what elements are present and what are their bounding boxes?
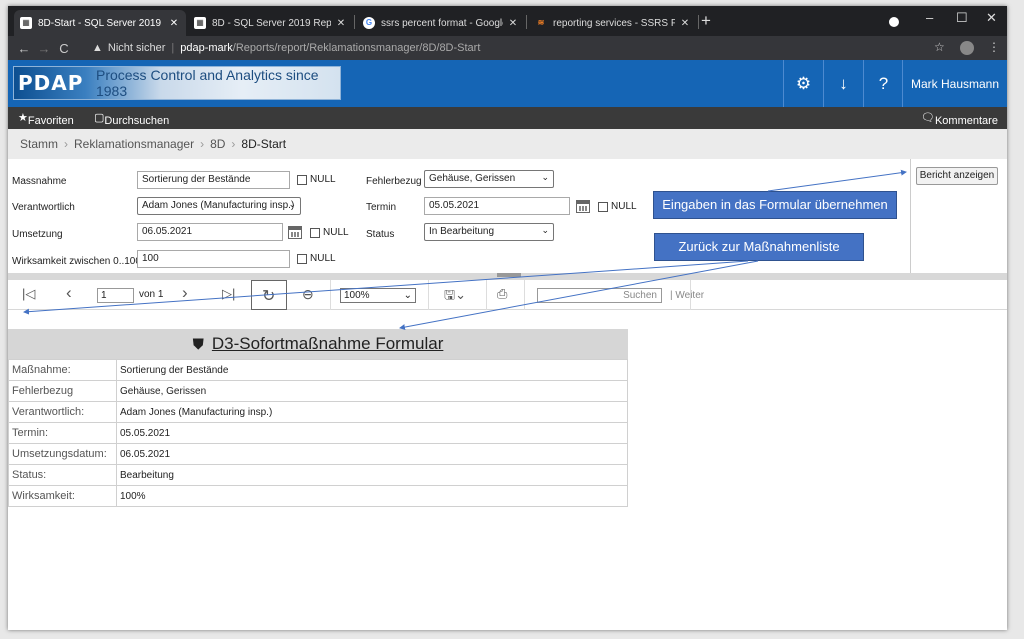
- chevron-down-icon: ⌄: [288, 199, 296, 209]
- download-icon[interactable]: ↓: [823, 60, 863, 107]
- maximize-icon[interactable]: ☐: [956, 10, 968, 26]
- verantwortlich-select[interactable]: Adam Jones (Manufacturing insp.) ⌄: [137, 197, 301, 215]
- favorites-bar: ★ Favoriten ▢ Durchsuchen 🗨 Kommentare: [8, 107, 1007, 129]
- table-row: Wirksamkeit: 100%: [8, 485, 628, 507]
- tab-strip: ▦8D-Start - SQL Server 2019 Repo✕ ▦8D - …: [8, 6, 1007, 36]
- previous-page-icon[interactable]: ‹: [66, 283, 72, 303]
- status-label: Status: [366, 229, 395, 240]
- chevron-down-icon: ⌄: [541, 172, 549, 182]
- callout-back: Zurück zur Maßnahmenliste: [654, 233, 864, 261]
- print-icon[interactable]: ⎙: [497, 286, 507, 302]
- refresh-button[interactable]: ↻: [251, 280, 287, 310]
- verantwortlich-label: Verantwortlich: [12, 202, 75, 213]
- window-close-icon[interactable]: ✕: [986, 10, 997, 26]
- avatar[interactable]: [960, 41, 974, 55]
- first-page-icon[interactable]: |◁: [22, 286, 35, 302]
- status-select[interactable]: In Bearbeitung ⌄: [424, 223, 554, 241]
- new-tab-button[interactable]: +: [701, 11, 711, 31]
- google-icon: G: [363, 17, 375, 29]
- table-row: Status: Bearbeitung: [8, 464, 628, 486]
- save-icon[interactable]: 🖫⌄: [444, 286, 466, 308]
- table-row: Fehlerbezug Gehäuse, Gerissen: [8, 380, 628, 402]
- browser-tab-2[interactable]: ▦8D - SQL Server 2019 Reporting✕: [188, 10, 353, 36]
- stackoverflow-icon: ≋: [537, 18, 545, 27]
- comments-link[interactable]: 🗨 Kommentare: [921, 111, 998, 127]
- wirksamkeit-null-checkbox[interactable]: NULL: [297, 253, 336, 264]
- chevron-down-icon: ⌄: [403, 290, 412, 301]
- wirksamkeit-label: Wirksamkeit zwischen 0..100: [12, 256, 141, 267]
- app-banner: PDAP Process Control and Analytics since…: [8, 60, 1007, 107]
- termin-input[interactable]: 05.05.2021: [424, 197, 570, 215]
- zoom-select[interactable]: 100% ⌄: [340, 288, 416, 303]
- table-row: Maßnahme: Sortierung der Bestände: [8, 359, 628, 381]
- report-title: D3-Sofortmaßnahme Formular: [211, 334, 444, 353]
- find-next-link[interactable]: | Weiter: [670, 290, 704, 301]
- star-icon[interactable]: ☆: [934, 40, 945, 54]
- splitter[interactable]: [8, 273, 1007, 280]
- report-icon: ▦: [20, 17, 32, 29]
- report-icon: ▦: [194, 17, 206, 29]
- umsetzung-null-checkbox[interactable]: NULL: [310, 227, 349, 238]
- menu-dots-icon[interactable]: ⋮: [988, 40, 1000, 54]
- breadcrumb-item[interactable]: Reklamationsmanager: [74, 137, 194, 151]
- forward-arrow-icon[interactable]: →: [34, 41, 54, 56]
- report-table: Maßnahme: Sortierung der Bestände Fehlerb…: [8, 359, 628, 507]
- favorites-link[interactable]: ★ Favoriten: [18, 111, 74, 127]
- back-to-parent-icon[interactable]: ⊖: [302, 286, 314, 303]
- browser-tab-4[interactable]: ≋reporting services - SSRS Format✕: [529, 10, 697, 36]
- find-input[interactable]: Suchen: [537, 288, 662, 303]
- help-icon[interactable]: ?: [863, 60, 903, 107]
- fehlerbezug-label: Fehlerbezug: [366, 176, 422, 187]
- wirksamkeit-input[interactable]: 100: [137, 250, 290, 268]
- back-arrow-icon[interactable]: ←: [14, 41, 34, 56]
- calendar-icon[interactable]: [576, 200, 590, 213]
- browser-window: ▦8D-Start - SQL Server 2019 Repo✕ ▦8D - …: [8, 6, 1007, 630]
- minimize-icon[interactable]: –: [926, 10, 933, 25]
- massnahme-label: Massnahme: [12, 176, 67, 187]
- logo: PDAP Process Control and Analytics since…: [13, 66, 341, 100]
- close-icon[interactable]: ✕: [679, 18, 691, 29]
- table-row: Termin: 05.05.2021: [8, 422, 628, 444]
- page-input[interactable]: 1: [97, 288, 134, 303]
- browser-tab-1[interactable]: ▦8D-Start - SQL Server 2019 Repo✕: [14, 10, 186, 36]
- close-icon[interactable]: ✕: [335, 18, 347, 29]
- callout-apply: Eingaben in das Formular übernehmen: [653, 191, 897, 219]
- browser-tab-3[interactable]: Gssrs percent format - Google Su✕: [357, 10, 525, 36]
- chevron-down-icon: ⌄: [541, 225, 549, 235]
- refresh-icon: ↻: [262, 288, 276, 305]
- parameter-panel: Massnahme Sortierung der Bestände NULL V…: [8, 159, 910, 273]
- report-canvas: ⛊ D3-Sofortmaßnahme Formular Maßnahme: So…: [8, 311, 1007, 630]
- last-page-icon[interactable]: ▷|: [222, 286, 235, 302]
- umsetzung-label: Umsetzung: [12, 229, 63, 240]
- close-icon[interactable]: ✕: [507, 18, 519, 29]
- breadcrumb-current: 8D-Start: [241, 137, 287, 151]
- calendar-icon[interactable]: [288, 226, 302, 239]
- massnahme-null-checkbox[interactable]: NULL: [297, 174, 336, 185]
- report-header: ⛊ D3-Sofortmaßnahme Formular: [8, 329, 628, 359]
- massnahme-input[interactable]: Sortierung der Bestände: [137, 171, 290, 189]
- warning-icon: ▲: [92, 42, 103, 54]
- fehlerbezug-select[interactable]: Gehäuse, Gerissen ⌄: [424, 170, 554, 188]
- address-bar: ← → C ▲ Nicht sicher | pdap-mark/Reports…: [8, 36, 1007, 60]
- url-field[interactable]: ▲ Nicht sicher | pdap-mark/Reports/repor…: [92, 39, 972, 57]
- breadcrumb-item[interactable]: Stamm: [20, 137, 58, 151]
- view-report-button[interactable]: Bericht anzeigen: [916, 167, 998, 185]
- table-row: Umsetzungsdatum: 06.05.2021: [8, 443, 628, 465]
- close-icon[interactable]: ✕: [168, 18, 180, 29]
- reload-icon[interactable]: C: [54, 41, 74, 56]
- termin-label: Termin: [366, 202, 397, 213]
- page-count: von 1: [139, 289, 164, 300]
- shield-icon: ⛊: [192, 335, 204, 353]
- termin-null-checkbox[interactable]: NULL: [598, 201, 637, 212]
- breadcrumb: Stamm › Reklamationsmanager › 8D › 8D-Start: [8, 129, 1007, 159]
- next-page-icon[interactable]: ›: [182, 283, 188, 303]
- umsetzung-input[interactable]: 06.05.2021: [137, 223, 283, 241]
- report-toolbar: |◁ ‹ 1 von 1 › ▷| ↻ ⊖ 100% ⌄ 🖫⌄ ⎙ Suchen …: [8, 280, 1007, 310]
- gear-icon[interactable]: ⚙: [783, 60, 823, 107]
- profile-icon[interactable]: [889, 17, 899, 27]
- table-row: Verantwortlich: Adam Jones (Manufacturing…: [8, 401, 628, 423]
- user-menu[interactable]: Mark Hausmann: [902, 60, 1007, 107]
- browse-link[interactable]: ▢ Durchsuchen: [94, 111, 169, 127]
- breadcrumb-item[interactable]: 8D: [210, 137, 225, 151]
